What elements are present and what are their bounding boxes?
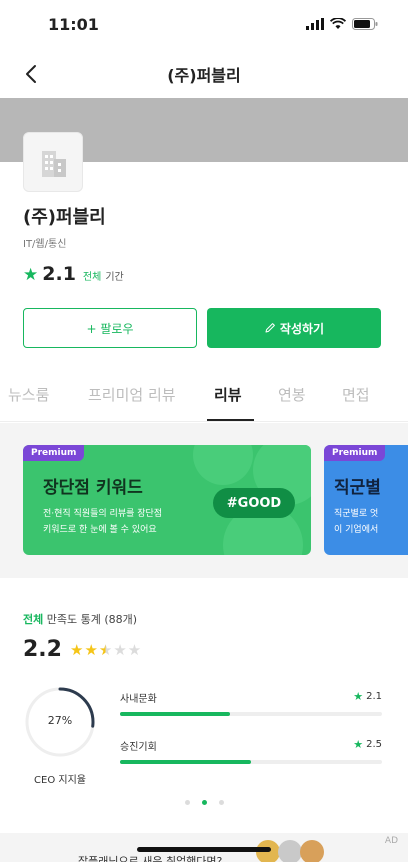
ad-text: 잡플래닛으로 새운 취업했다면?: [78, 855, 223, 862]
promo-desc-line: 이 기업에서: [334, 525, 379, 535]
page-title: (주)퍼블리: [167, 66, 241, 85]
status-icons: [306, 18, 378, 30]
promo-card-job-category[interactable]: Premium 직군별 직군별로 엇 이 기업에서: [324, 445, 408, 555]
follow-button[interactable]: + 팔로우: [23, 308, 197, 348]
metric-score: ★ 2.1: [353, 690, 382, 703]
promo-description: 직군별로 엇 이 기업에서: [334, 506, 378, 538]
premium-badge: Premium: [23, 445, 85, 461]
stats-label: 만족도 통계 (88개): [46, 613, 138, 626]
promo-desc-line: 키워드로 한 눈에 볼 수 있어요: [43, 525, 157, 535]
metric-score-value: 2.5: [366, 739, 382, 750]
promo-card-keywords[interactable]: Premium 장단점 키워드 전·현직 직원들의 리뷰를 장단점 키워드로 한…: [23, 445, 311, 555]
rating-scope[interactable]: 전체: [83, 268, 101, 283]
metric-score-value: 2.1: [366, 691, 382, 702]
ad-label: AD: [384, 836, 398, 846]
star-icon: ★: [69, 640, 84, 659]
metric-promotion: 승진기회 ★ 2.5: [120, 738, 382, 778]
company-name: (주)퍼블리: [23, 207, 106, 228]
stats-score-row: 2.2 ★ ★ ★ ★ ★: [23, 637, 141, 662]
star-icon: ★: [127, 640, 142, 659]
status-time: 11:01: [48, 15, 99, 34]
promo-description: 전·현직 직원들의 리뷰를 장단점 키워드로 한 눈에 볼 수 있어요: [43, 506, 162, 538]
star-icon: ★: [98, 640, 113, 659]
stats-scope: 전체: [23, 613, 44, 626]
star-rating: ★ ★ ★ ★ ★: [70, 641, 141, 659]
signal-icon: [306, 18, 324, 30]
promo-desc-line: 직군별로 엇: [334, 509, 379, 519]
stats-heading: 전체 만족도 통계 (88개): [23, 611, 137, 627]
home-indicator: [137, 847, 271, 852]
write-review-button[interactable]: 작성하기: [207, 308, 381, 348]
metric-bar-fill: [120, 760, 251, 764]
pagination-dot[interactable]: [218, 800, 224, 805]
company-logo: [23, 132, 83, 192]
pagination-dot[interactable]: [201, 800, 207, 805]
battery-icon: [352, 18, 378, 30]
ceo-approval-label: CEO 지지율: [34, 775, 86, 786]
coin-icon: [278, 840, 302, 862]
overall-score: 2.2: [23, 637, 62, 662]
star-icon: ★: [113, 640, 127, 659]
coin-icon: [300, 840, 324, 862]
ceo-approval: 27% CEO 지지율: [23, 685, 103, 795]
star-icon: ★: [353, 738, 364, 751]
star-icon: ★: [353, 690, 364, 703]
promo-desc-line: 전·현직 직원들의 리뷰를 장단점: [43, 509, 163, 519]
tab-reviews[interactable]: 리뷰: [214, 384, 242, 405]
promo-carousel[interactable]: Premium 장단점 키워드 전·현직 직원들의 리뷰를 장단점 키워드로 한…: [0, 423, 408, 578]
pagination-dots: [0, 800, 408, 805]
metric-name: 사내문화: [120, 694, 157, 705]
tab-bar: 뉴스룸 프리미엄 리뷰 리뷰 연봉 면접: [0, 372, 408, 422]
tab-interview[interactable]: 면접: [342, 384, 370, 405]
star-icon: ★: [23, 265, 39, 285]
company-rating: ★ 2.1 전체 기간: [23, 263, 124, 285]
status-bar: 11:01: [0, 0, 408, 50]
building-icon: [42, 151, 66, 177]
tab-salary[interactable]: 연봉: [278, 384, 306, 405]
metric-score: ★ 2.5: [353, 738, 382, 751]
good-tag: #GOOD: [213, 488, 295, 518]
metric-name: 승진기회: [120, 742, 157, 753]
rating-value: 2.1: [42, 263, 76, 285]
tab-premium-review[interactable]: 프리미엄 리뷰: [88, 384, 176, 405]
nav-bar: (주)퍼블리: [0, 52, 408, 96]
tab-newsroom[interactable]: 뉴스룸: [8, 384, 49, 405]
metric-bar-track: [120, 712, 382, 716]
metric-culture: 사내문화 ★ 2.1: [120, 690, 382, 730]
active-tab-indicator: [207, 419, 254, 421]
metric-bar-track: [120, 760, 382, 764]
pagination-dot[interactable]: [184, 800, 190, 805]
ceo-approval-percent: 27%: [47, 714, 73, 727]
pencil-icon: [265, 323, 275, 333]
promo-title: 직군별: [334, 478, 381, 498]
star-icon: ★: [84, 640, 98, 659]
metric-bar-fill: [120, 712, 231, 716]
write-review-label: 작성하기: [279, 321, 325, 336]
premium-badge: Premium: [324, 445, 386, 461]
satisfaction-stats: 전체 만족도 통계 (88개) 2.2 ★ ★ ★ ★ ★ 27% CEO 지지율 사내…: [0, 593, 408, 823]
promo-title: 장단점 키워드: [43, 478, 143, 498]
promo-decoration: [193, 445, 253, 485]
company-industry: IT/웹/통신: [23, 239, 67, 250]
wifi-icon: [330, 18, 346, 29]
rating-period: 기간: [105, 272, 124, 283]
